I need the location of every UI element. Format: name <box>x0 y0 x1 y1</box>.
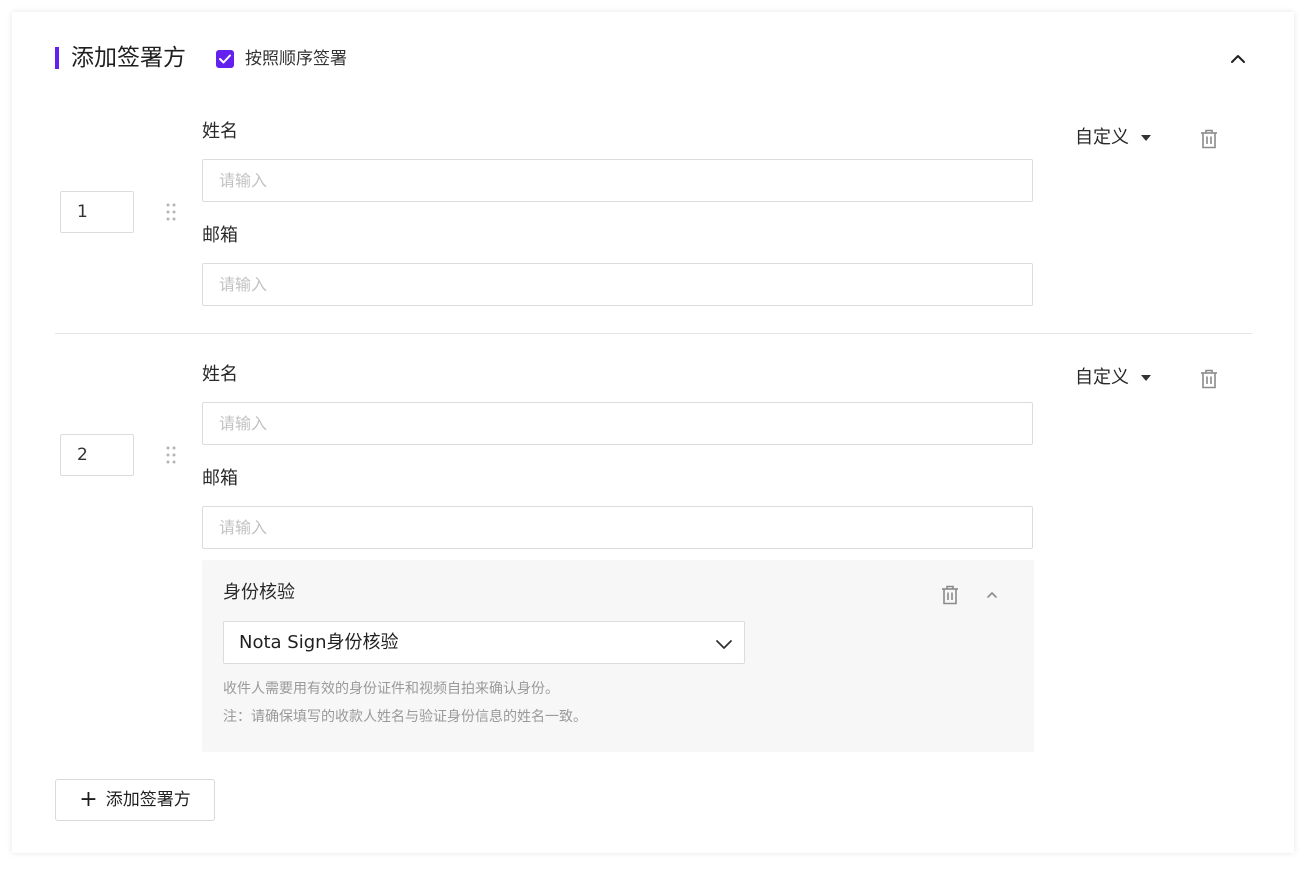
signer-row-1: 1 姓名 邮箱 自定义 <box>55 112 1252 322</box>
verification-note: 注：请确保填写的收款人姓名与验证身份信息的姓名一致。 <box>223 709 587 725</box>
email-input[interactable] <box>202 263 1033 306</box>
drag-handle-icon[interactable] <box>165 445 177 465</box>
email-label: 邮箱 <box>202 468 238 489</box>
trash-icon[interactable] <box>1199 128 1219 150</box>
name-label: 姓名 <box>202 121 238 142</box>
caret-down-icon <box>1141 375 1151 381</box>
caret-down-icon <box>1141 135 1151 141</box>
checkbox-checked-icon[interactable] <box>216 50 234 68</box>
add-signer-label: 添加签署方 <box>105 790 191 810</box>
add-signer-button[interactable]: + 添加签署方 <box>55 779 215 821</box>
role-dropdown[interactable]: 自定义 <box>1075 127 1151 149</box>
sign-in-order-label: 按照顺序签署 <box>245 49 347 69</box>
email-label: 邮箱 <box>202 225 238 246</box>
role-label: 自定义 <box>1075 367 1129 388</box>
role-dropdown[interactable]: 自定义 <box>1075 367 1151 389</box>
sign-in-order-checkbox[interactable]: 按照顺序签署 <box>216 49 347 69</box>
plus-icon: + <box>79 787 98 812</box>
chevron-up-icon[interactable] <box>1227 48 1249 70</box>
signers-card: 添加签署方 按照顺序签署 1 姓名 邮箱 自定义 2 <box>12 12 1294 853</box>
name-input[interactable] <box>202 402 1033 445</box>
signer-divider <box>55 333 1252 334</box>
name-label: 姓名 <box>202 364 238 385</box>
verification-method-select[interactable]: Nota Sign身份核验 <box>223 621 745 664</box>
verification-description: 收件人需要用有效的身份证件和视频自拍来确认身份。 <box>223 681 559 697</box>
email-input[interactable] <box>202 506 1033 549</box>
section-header: 添加签署方 按照顺序签署 <box>55 44 1255 74</box>
section-title: 添加签署方 <box>71 45 186 71</box>
identity-verification-title: 身份核验 <box>223 582 295 603</box>
signer-order-input[interactable]: 1 <box>60 191 134 233</box>
chevron-up-icon[interactable] <box>983 586 1001 604</box>
accent-bar <box>55 47 59 69</box>
verification-method-value: Nota Sign身份核验 <box>239 632 399 653</box>
name-input[interactable] <box>202 159 1033 202</box>
trash-icon[interactable] <box>940 584 960 606</box>
chevron-down-icon <box>714 634 734 654</box>
identity-verification-panel: 身份核验 Nota Sign身份核验 收件人需要用有效的身份证件和视频自拍来确认… <box>202 560 1034 752</box>
signer-order-input[interactable]: 2 <box>60 434 134 476</box>
trash-icon[interactable] <box>1199 368 1219 390</box>
drag-handle-icon[interactable] <box>165 202 177 222</box>
role-label: 自定义 <box>1075 127 1129 148</box>
